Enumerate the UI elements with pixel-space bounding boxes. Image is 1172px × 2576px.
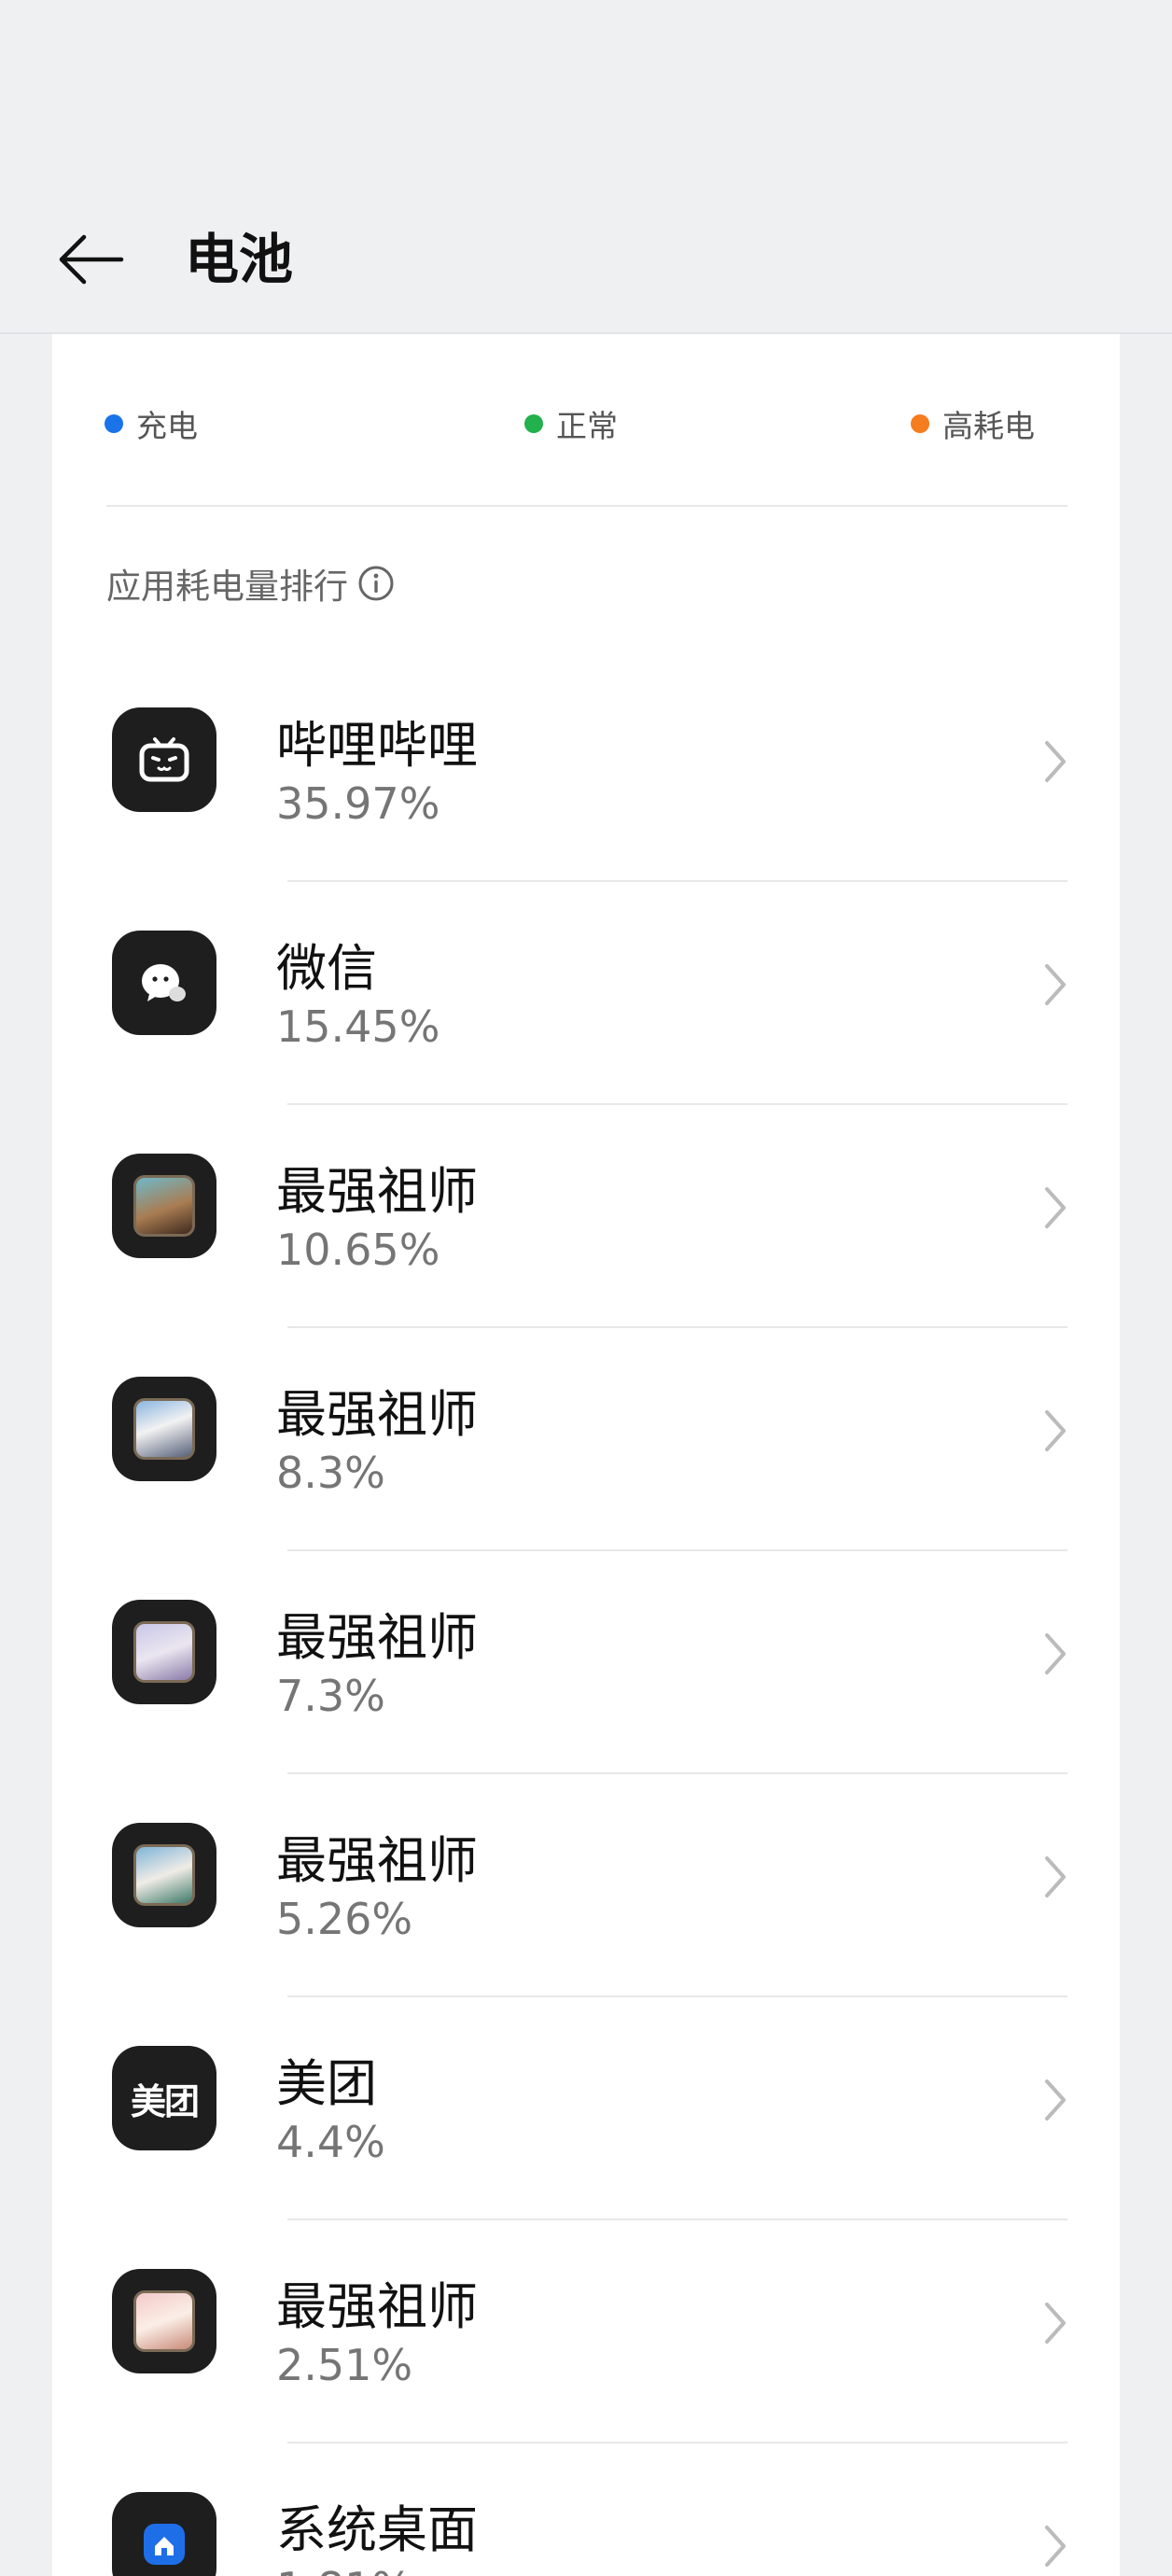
app-percent: 4.4% bbox=[276, 2117, 385, 2167]
app-row[interactable]: 最强祖师 7.3% bbox=[52, 1551, 1120, 1774]
app-name: 最强祖师 bbox=[276, 1831, 478, 1890]
chevron-right-icon bbox=[1045, 964, 1066, 1005]
launcher-icon bbox=[112, 2492, 216, 2576]
game-icon bbox=[112, 2269, 216, 2373]
legend-high-usage: 高耗电 bbox=[911, 401, 1035, 446]
legend-dot-normal bbox=[524, 414, 543, 433]
app-percent: 10.65% bbox=[276, 1225, 440, 1275]
battery-card: 充电 正常 高耗电 应用耗电量排行 哔哩哔哩 35.97% 微信 15.45% … bbox=[52, 334, 1120, 2576]
app-list: 哔哩哔哩 35.97% 微信 15.45% 最强祖师 10.65% 最强祖师 8… bbox=[52, 659, 1120, 2576]
app-percent: 2.51% bbox=[276, 2340, 413, 2390]
wechat-icon bbox=[112, 931, 216, 1035]
game-icon bbox=[112, 1377, 216, 1481]
app-percent: 8.3% bbox=[276, 1448, 385, 1498]
app-name: 微信 bbox=[276, 939, 377, 998]
chevron-right-icon bbox=[1045, 1187, 1066, 1228]
app-row[interactable]: 最强祖师 10.65% bbox=[52, 1105, 1120, 1328]
section-title-text: 应用耗电量排行 bbox=[106, 567, 348, 607]
app-row[interactable]: 系统桌面 1.81% bbox=[52, 2443, 1120, 2576]
app-name: 哔哩哔哩 bbox=[276, 716, 478, 775]
app-percent: 35.97% bbox=[276, 778, 440, 829]
game-icon bbox=[112, 1600, 216, 1704]
app-name: 最强祖师 bbox=[276, 1162, 478, 1221]
section-title: 应用耗电量排行 bbox=[106, 558, 395, 609]
app-row[interactable]: 最强祖师 2.51% bbox=[52, 2220, 1120, 2443]
app-percent: 15.45% bbox=[276, 1001, 440, 1052]
app-row[interactable]: 最强祖师 5.26% bbox=[52, 1774, 1120, 1997]
chevron-right-icon bbox=[1045, 2526, 1066, 2567]
bilibili-icon bbox=[112, 707, 216, 812]
legend-dot-charging bbox=[105, 414, 123, 433]
app-row[interactable]: 美团 美团 4.4% bbox=[52, 1997, 1120, 2220]
game-icon bbox=[112, 1823, 216, 1927]
app-percent: 5.26% bbox=[276, 1894, 413, 1944]
status-bar-area bbox=[0, 0, 1172, 187]
game-icon bbox=[112, 1154, 216, 1258]
meituan-icon: 美团 bbox=[112, 2046, 216, 2150]
app-percent: 1.81% bbox=[276, 2563, 412, 2576]
info-icon[interactable] bbox=[357, 565, 395, 602]
legend-label: 高耗电 bbox=[942, 408, 1035, 444]
app-name: 美团 bbox=[276, 2054, 377, 2113]
app-percent: 7.3% bbox=[276, 1671, 385, 1721]
back-button[interactable] bbox=[52, 222, 131, 297]
divider bbox=[106, 505, 1067, 507]
app-row[interactable]: 哔哩哔哩 35.97% bbox=[52, 659, 1120, 882]
legend-normal: 正常 bbox=[524, 401, 618, 446]
app-row[interactable]: 最强祖师 8.3% bbox=[52, 1328, 1120, 1551]
legend: 充电 正常 高耗电 bbox=[52, 334, 1120, 507]
legend-label: 正常 bbox=[556, 408, 618, 444]
chevron-right-icon bbox=[1045, 1410, 1066, 1451]
back-arrow-icon bbox=[59, 234, 124, 285]
header: 电池 bbox=[0, 187, 1172, 334]
app-name: 系统桌面 bbox=[276, 2500, 478, 2559]
meituan-logo-text: 美团 bbox=[130, 2080, 200, 2122]
legend-label: 充电 bbox=[136, 408, 198, 444]
app-name: 最强祖师 bbox=[276, 1385, 478, 1444]
chevron-right-icon bbox=[1045, 2303, 1066, 2344]
app-row[interactable]: 微信 15.45% bbox=[52, 882, 1120, 1105]
chevron-right-icon bbox=[1045, 2079, 1066, 2121]
app-name: 最强祖师 bbox=[276, 1608, 478, 1667]
legend-charging: 充电 bbox=[105, 401, 198, 446]
app-name: 最强祖师 bbox=[276, 2277, 478, 2336]
chevron-right-icon bbox=[1045, 1856, 1066, 1897]
chevron-right-icon bbox=[1045, 1633, 1066, 1674]
legend-dot-high bbox=[911, 414, 929, 433]
chevron-right-icon bbox=[1045, 741, 1066, 782]
page-title: 电池 bbox=[185, 228, 294, 291]
